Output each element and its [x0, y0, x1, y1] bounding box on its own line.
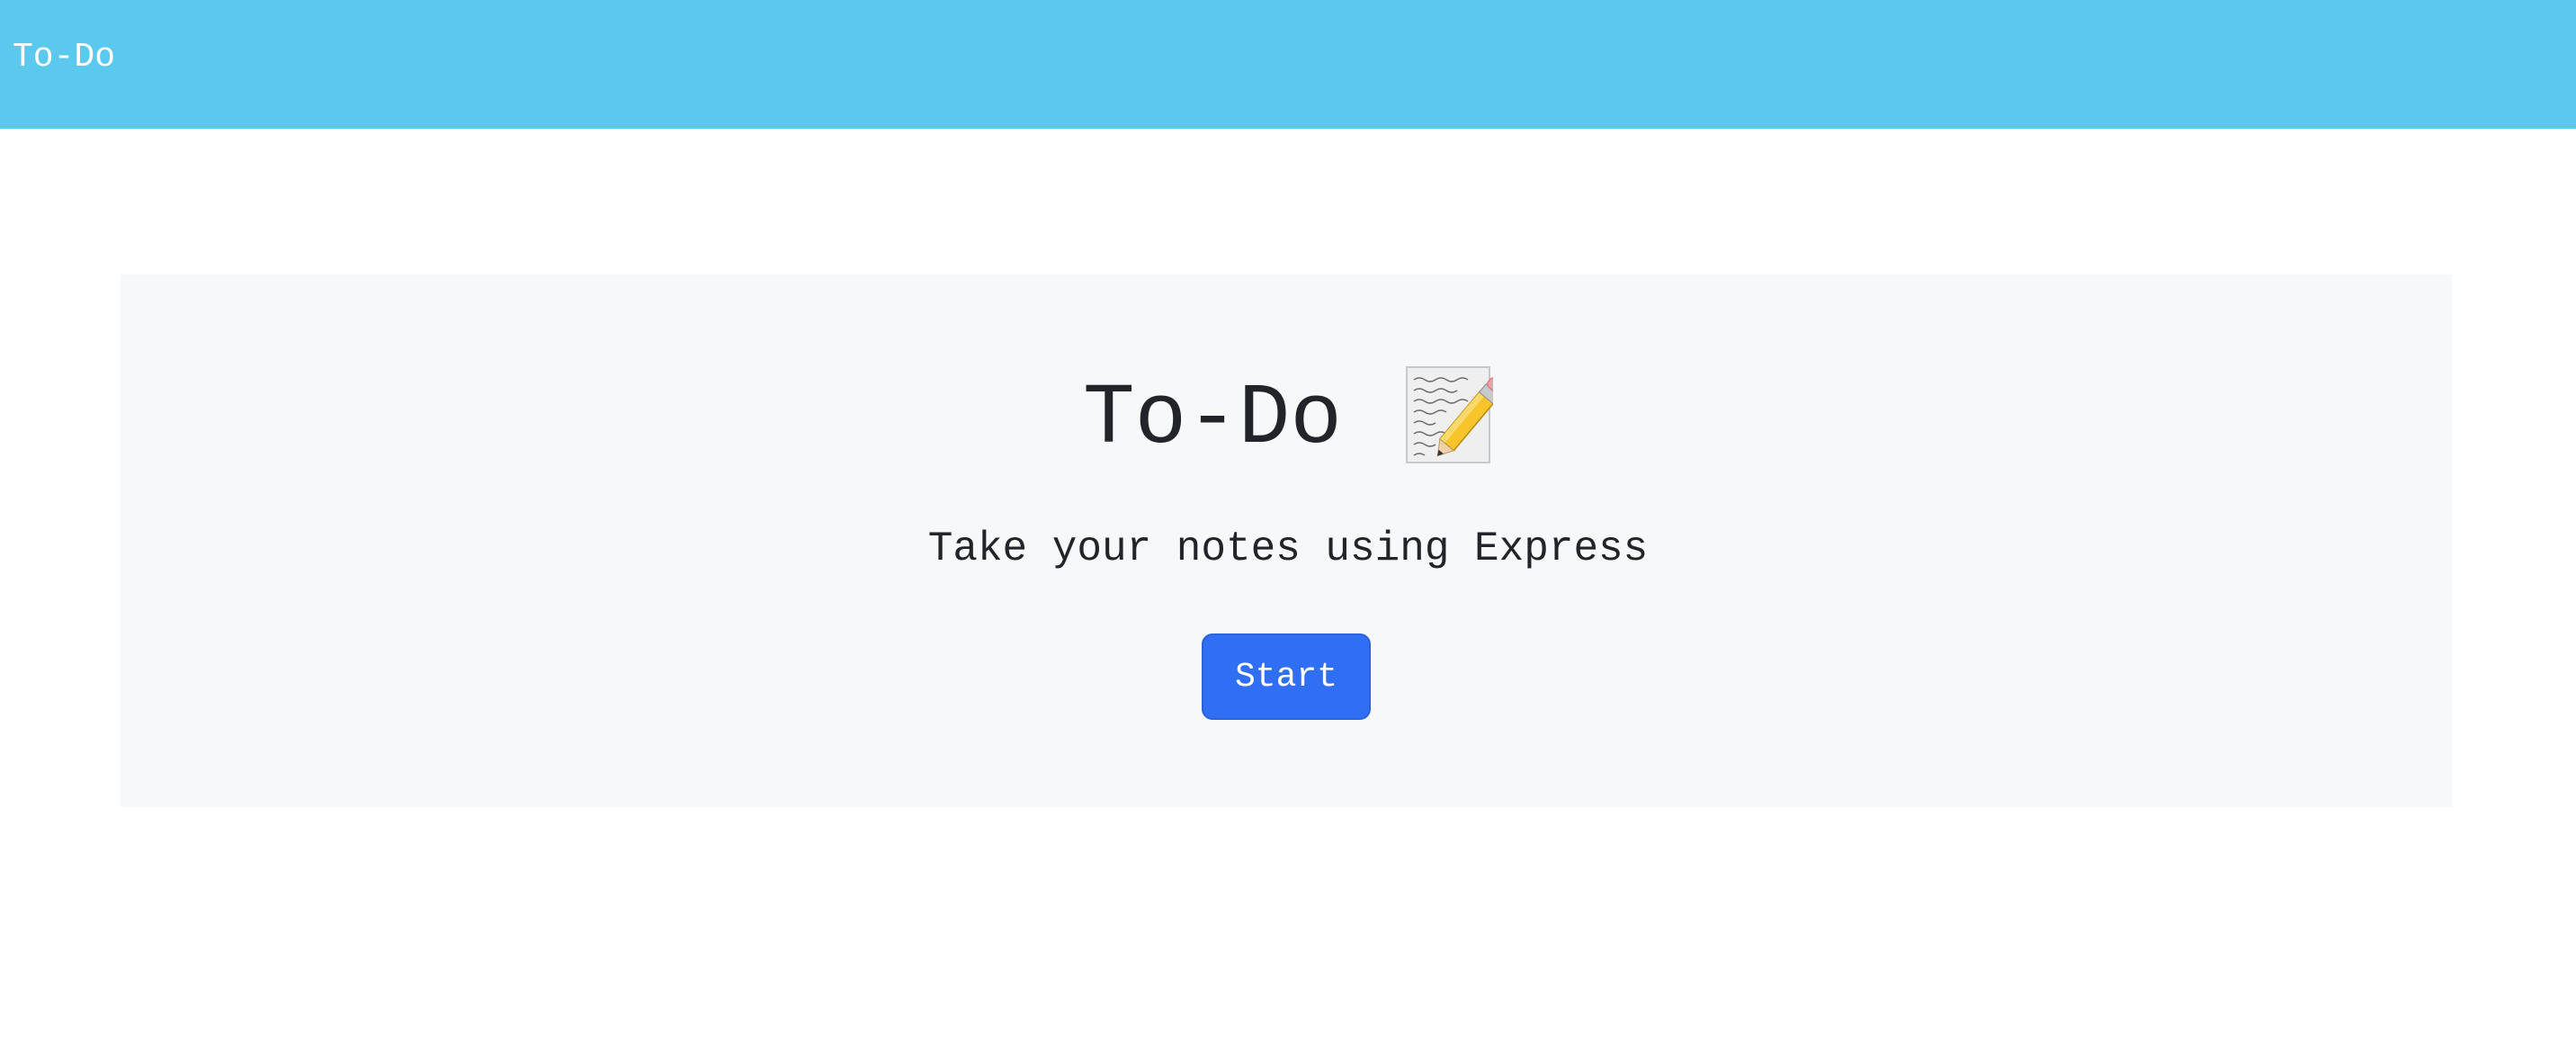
memo-pencil-icon — [1405, 365, 1506, 466]
start-button[interactable]: Start — [1202, 633, 1371, 720]
page-subtitle: Take your notes using Express — [927, 526, 1649, 572]
page-title-text: To-Do — [1082, 370, 1343, 468]
page-title: To-Do — [0, 358, 2576, 481]
navbar-brand[interactable]: To-Do — [13, 36, 115, 79]
navbar: To-Do — [0, 0, 2576, 129]
